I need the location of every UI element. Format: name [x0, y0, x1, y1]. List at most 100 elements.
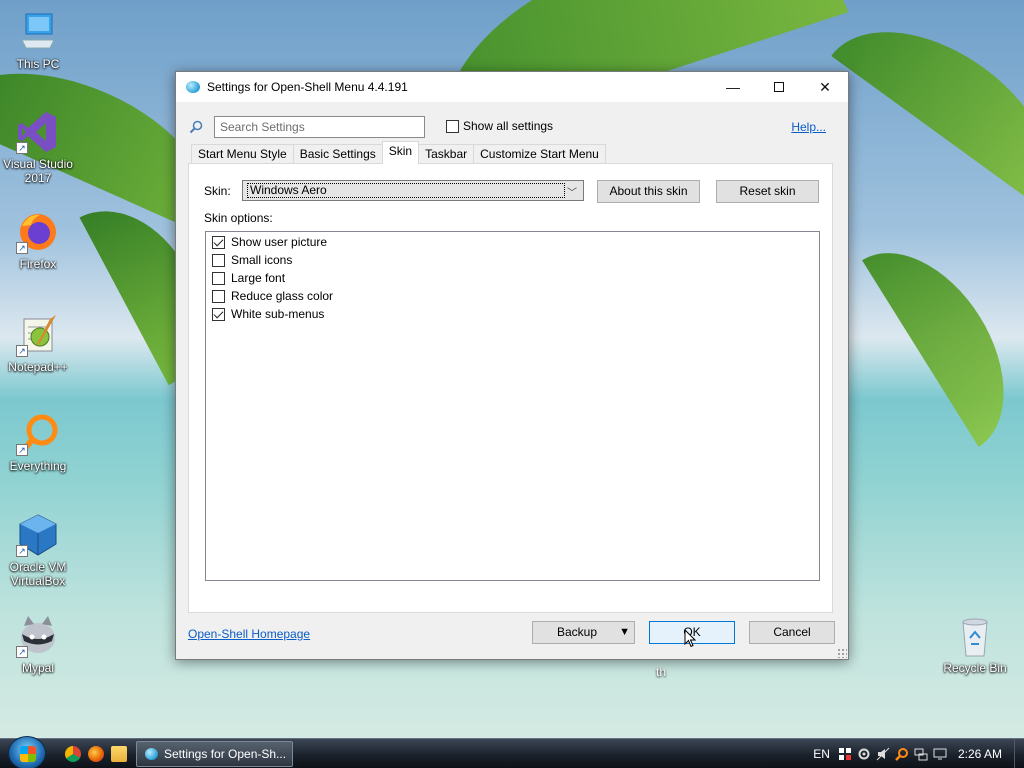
- security-flag-icon[interactable]: [838, 747, 852, 761]
- shortcut-arrow-icon: ↗: [16, 142, 28, 154]
- tab-taskbar[interactable]: Taskbar: [418, 144, 475, 164]
- window-title: Settings for Open-Shell Menu 4.4.191: [207, 80, 408, 94]
- shortcut-arrow-icon: ↗: [16, 545, 28, 557]
- language-indicator[interactable]: EN: [813, 747, 830, 761]
- chrome-icon[interactable]: [65, 746, 81, 762]
- tab-basic-settings[interactable]: Basic Settings: [292, 144, 383, 164]
- skin-dropdown-value: Windows Aero: [247, 183, 565, 198]
- skin-tab-panel: Skin: Windows Aero ﹀ About this skin Res…: [188, 163, 833, 613]
- help-link[interactable]: Help...: [791, 120, 826, 134]
- option-label: Small icons: [231, 253, 293, 267]
- open-shell-shell-icon: [145, 748, 158, 760]
- visual-studio-icon: ↗: [16, 110, 60, 154]
- shortcut-arrow-icon: ↗: [16, 242, 28, 254]
- desktop-icon-label: Visual Studio 2017: [3, 157, 73, 185]
- skin-options-list: Show user picture Small icons Large font…: [205, 231, 820, 581]
- option-white-sub-menus[interactable]: White sub-menus: [212, 305, 324, 323]
- desktop-icon-label: Firefox: [19, 257, 57, 271]
- desktop-icon-label: Notepad++: [8, 360, 68, 374]
- minimize-button[interactable]: —: [710, 72, 756, 102]
- chevron-down-icon: ﹀: [567, 188, 577, 199]
- monitor-icon[interactable]: [933, 747, 947, 761]
- notepad-plus-plus-icon: ↗: [16, 313, 60, 357]
- show-all-settings-label: Show all settings: [463, 119, 554, 133]
- show-desktop-button[interactable]: [1014, 739, 1024, 768]
- computer-icon: [16, 10, 60, 54]
- tab-customize-start-menu[interactable]: Customize Start Menu: [473, 144, 606, 164]
- desktop-icon-label: Recycle Bin: [943, 661, 1007, 675]
- raccoon-icon: ↗: [16, 614, 60, 658]
- taskbar-item-settings[interactable]: Settings for Open-Sh...: [136, 741, 293, 767]
- desktop-icon-visual-studio[interactable]: ↗ Visual Studio 2017: [0, 110, 76, 185]
- wallpaper-palm-leaf: [831, 0, 1024, 209]
- tab-start-menu-style[interactable]: Start Menu Style: [191, 144, 294, 164]
- folder-icon[interactable]: [111, 746, 127, 762]
- open-shell-shell-icon: [186, 81, 200, 93]
- taskbar-item-label: Settings for Open-Sh...: [164, 747, 287, 761]
- clock[interactable]: 2:26 AM: [958, 747, 1002, 761]
- option-checkbox[interactable]: [212, 253, 225, 267]
- backup-button[interactable]: Backup ▼: [532, 621, 635, 644]
- search-icon: [189, 120, 203, 134]
- magnifier-search-icon: ↗: [16, 412, 60, 456]
- option-label: White sub-menus: [231, 307, 325, 321]
- shortcut-arrow-icon: ↗: [16, 646, 28, 658]
- close-icon: ✕: [819, 78, 831, 95]
- option-show-user-picture[interactable]: Show user picture: [212, 233, 327, 251]
- option-large-font[interactable]: Large font: [212, 269, 285, 287]
- search-input[interactable]: [214, 116, 425, 138]
- desktop-icon-notepad-plus-plus[interactable]: ↗ Notepad++: [0, 313, 76, 374]
- mouse-cursor-icon: [684, 629, 696, 648]
- system-tray: EN 2:26 AM: [813, 739, 1024, 768]
- option-checkbox[interactable]: [212, 271, 225, 285]
- option-label: Large font: [231, 271, 286, 285]
- desktop-icon-virtualbox[interactable]: ↗ Oracle VM VirtualBox: [0, 513, 76, 588]
- tab-strip: Start Menu Style Basic Settings Skin Tas…: [191, 141, 606, 164]
- tab-skin[interactable]: Skin: [381, 141, 420, 164]
- desktop-icon-this-pc[interactable]: This PC: [0, 10, 76, 71]
- option-checkbox[interactable]: [212, 307, 225, 321]
- start-button[interactable]: [8, 736, 46, 768]
- firefox-icon: ↗: [16, 210, 60, 254]
- desktop-icon-label: Oracle VM VirtualBox: [9, 560, 67, 588]
- desktop-icon-everything[interactable]: ↗ Everything: [0, 412, 76, 473]
- skin-dropdown[interactable]: Windows Aero ﹀: [242, 180, 584, 201]
- cancel-button[interactable]: Cancel: [749, 621, 835, 644]
- option-checkbox[interactable]: [212, 289, 225, 303]
- desktop-stray-label: th: [656, 665, 667, 679]
- show-all-settings-checkbox[interactable]: [446, 119, 459, 133]
- about-skin-button[interactable]: About this skin: [597, 180, 700, 203]
- minimize-icon: —: [726, 79, 740, 95]
- network-icon[interactable]: [914, 747, 928, 761]
- open-shell-homepage-link[interactable]: Open-Shell Homepage: [188, 627, 310, 641]
- maximize-icon: [774, 82, 784, 92]
- backup-button-label: Backup: [557, 625, 598, 639]
- shortcut-arrow-icon: ↗: [16, 444, 28, 456]
- firefox-icon[interactable]: [88, 746, 104, 762]
- show-all-settings-toggle[interactable]: Show all settings: [446, 119, 553, 133]
- desktop-icon-label: Everything: [9, 459, 67, 473]
- skin-options-label: Skin options:: [204, 211, 273, 225]
- desktop-icon-mypal[interactable]: ↗ Mypal: [0, 614, 76, 675]
- settings-window: Settings for Open-Shell Menu 4.4.191 — ✕…: [175, 71, 849, 660]
- resize-grip-icon[interactable]: [837, 648, 847, 658]
- wallpaper-palm-leaf: [862, 223, 1024, 447]
- maximize-button[interactable]: [756, 72, 802, 102]
- title-bar[interactable]: Settings for Open-Shell Menu 4.4.191 — ✕: [176, 72, 848, 102]
- desktop-icon-firefox[interactable]: ↗ Firefox: [0, 210, 76, 271]
- everything-search-icon[interactable]: [895, 747, 909, 761]
- close-button[interactable]: ✕: [802, 72, 848, 102]
- volume-muted-icon[interactable]: [876, 747, 890, 761]
- shortcut-arrow-icon: ↗: [16, 345, 28, 357]
- reset-skin-button[interactable]: Reset skin: [716, 180, 819, 203]
- desktop-icon-recycle-bin[interactable]: Recycle Bin: [937, 614, 1013, 675]
- taskbar: Settings for Open-Sh... EN 2:26 AM: [0, 736, 1024, 768]
- search-row: Show all settings Help...: [186, 116, 826, 138]
- skin-label: Skin:: [204, 184, 231, 198]
- option-reduce-glass-color[interactable]: Reduce glass color: [212, 287, 333, 305]
- settings-gear-icon[interactable]: [857, 747, 871, 761]
- option-small-icons[interactable]: Small icons: [212, 251, 292, 269]
- dropdown-arrow-icon[interactable]: ▼: [619, 622, 630, 643]
- recycle-bin-icon: [953, 614, 997, 658]
- option-checkbox[interactable]: [212, 235, 225, 249]
